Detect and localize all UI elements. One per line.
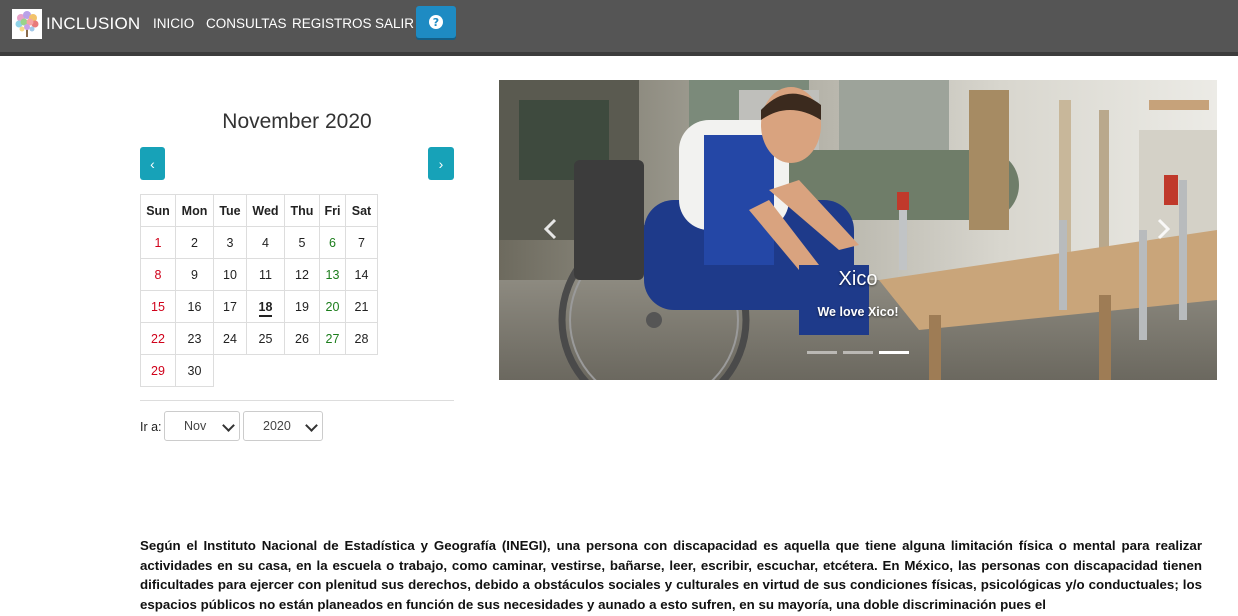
- intro-paragraph: Según el Instituto Nacional de Estadísti…: [140, 538, 1202, 612]
- calendar-weekday-row: Sun Mon Tue Wed Thu Fri Sat: [140, 194, 378, 227]
- chevron-left-icon: ‹: [150, 155, 155, 172]
- calendar-day[interactable]: 22: [140, 322, 176, 355]
- calendar-grid: Sun Mon Tue Wed Thu Fri Sat 1 2 3 4 5 6 …: [140, 194, 378, 387]
- calendar-day[interactable]: 29: [140, 354, 176, 387]
- calendar-day-today[interactable]: 18: [246, 290, 285, 323]
- year-select-value: 2020: [263, 419, 291, 433]
- calendar-day[interactable]: 24: [213, 322, 247, 355]
- help-button[interactable]: ?: [416, 6, 456, 38]
- calendar-day[interactable]: 25: [246, 322, 285, 355]
- calendar-next-button[interactable]: ›: [428, 147, 454, 180]
- calendar-day[interactable]: 14: [345, 258, 378, 291]
- chevron-left-icon: [543, 218, 557, 240]
- weekday-sat: Sat: [345, 194, 378, 227]
- calendar-day[interactable]: 19: [284, 290, 320, 323]
- month-select-value: Nov: [184, 419, 207, 433]
- chevron-right-icon: ›: [438, 155, 444, 172]
- carousel-next-button[interactable]: [1153, 217, 1173, 241]
- weekday-mon: Mon: [175, 194, 214, 227]
- calendar-day-today-label: 18: [258, 299, 273, 317]
- calendar-day[interactable]: 10: [213, 258, 247, 291]
- calendar-week-row: 29 30: [140, 354, 378, 387]
- calendar-day[interactable]: 6: [319, 226, 346, 259]
- goto-label: Ir a:: [140, 420, 162, 434]
- calendar-day[interactable]: 28: [345, 322, 378, 355]
- calendar-day[interactable]: 15: [140, 290, 176, 323]
- calendar-day[interactable]: 7: [345, 226, 378, 259]
- weekday-sun: Sun: [140, 194, 176, 227]
- question-circle-icon: ?: [429, 15, 443, 29]
- calendar-day[interactable]: 26: [284, 322, 320, 355]
- calendar-day[interactable]: 9: [175, 258, 214, 291]
- calendar-day[interactable]: 1: [140, 226, 176, 259]
- carousel-indicator[interactable]: [807, 351, 837, 354]
- calendar-day[interactable]: 4: [246, 226, 285, 259]
- weekday-tue: Tue: [213, 194, 247, 227]
- month-select[interactable]: Nov: [164, 411, 240, 441]
- weekday-thu: Thu: [284, 194, 320, 227]
- carousel-caption-text: We love Xico!: [817, 305, 899, 319]
- calendar-month-title: November 2020: [222, 110, 372, 133]
- carousel-indicator-active[interactable]: [879, 351, 909, 354]
- brand-name: INCLUSION: [46, 14, 141, 33]
- calendar-divider: [140, 400, 454, 401]
- nav-registros[interactable]: REGISTROS: [292, 16, 372, 31]
- brand-link[interactable]: INCLUSION: [12, 8, 140, 40]
- carousel-indicator[interactable]: [843, 351, 873, 354]
- calendar-day[interactable]: 30: [175, 354, 214, 387]
- image-carousel[interactable]: Xico We love Xico!: [499, 80, 1217, 380]
- calendar-day[interactable]: 5: [284, 226, 320, 259]
- calendar-day[interactable]: 21: [345, 290, 378, 323]
- carousel-caption-title: Xico: [838, 268, 878, 290]
- nav-salir[interactable]: SALIR: [375, 16, 414, 31]
- carousel-prev-button[interactable]: [541, 217, 561, 241]
- calendar-week-row: 22 23 24 25 26 27 28: [140, 322, 378, 355]
- calendar-prev-button[interactable]: ‹: [140, 147, 165, 180]
- calendar-week-row: 1 2 3 4 5 6 7: [140, 226, 378, 259]
- calendar-week-row: 15 16 17 18 19 20 21: [140, 290, 378, 323]
- weekday-wed: Wed: [246, 194, 285, 227]
- calendar-day[interactable]: 23: [175, 322, 214, 355]
- calendar-week-row: 8 9 10 11 12 13 14: [140, 258, 378, 291]
- calendar-day[interactable]: 8: [140, 258, 176, 291]
- calendar-day[interactable]: 16: [175, 290, 214, 323]
- weekday-fri: Fri: [319, 194, 346, 227]
- calendar-day[interactable]: 11: [246, 258, 285, 291]
- calendar-day[interactable]: 27: [319, 322, 346, 355]
- carousel-indicators: [807, 351, 909, 354]
- calendar-day[interactable]: 20: [319, 290, 346, 323]
- nav-consultas[interactable]: CONSULTAS: [206, 16, 287, 31]
- nav-inicio[interactable]: INICIO: [153, 16, 194, 31]
- brand-logo-icon: [12, 9, 42, 39]
- calendar-day[interactable]: 17: [213, 290, 247, 323]
- chevron-down-icon: [222, 419, 235, 432]
- calendar-day[interactable]: 3: [213, 226, 247, 259]
- carousel-slide-image: [499, 80, 1217, 380]
- chevron-down-icon: [305, 419, 318, 432]
- calendar-day[interactable]: 2: [175, 226, 214, 259]
- top-navbar: INCLUSION INICIO CONSULTAS REGISTROS SAL…: [0, 0, 1238, 56]
- calendar-empty-cells: [214, 355, 378, 387]
- calendar-day[interactable]: 12: [284, 258, 320, 291]
- chevron-right-icon: [1157, 218, 1171, 240]
- calendar-day[interactable]: 13: [319, 258, 346, 291]
- year-select[interactable]: 2020: [243, 411, 323, 441]
